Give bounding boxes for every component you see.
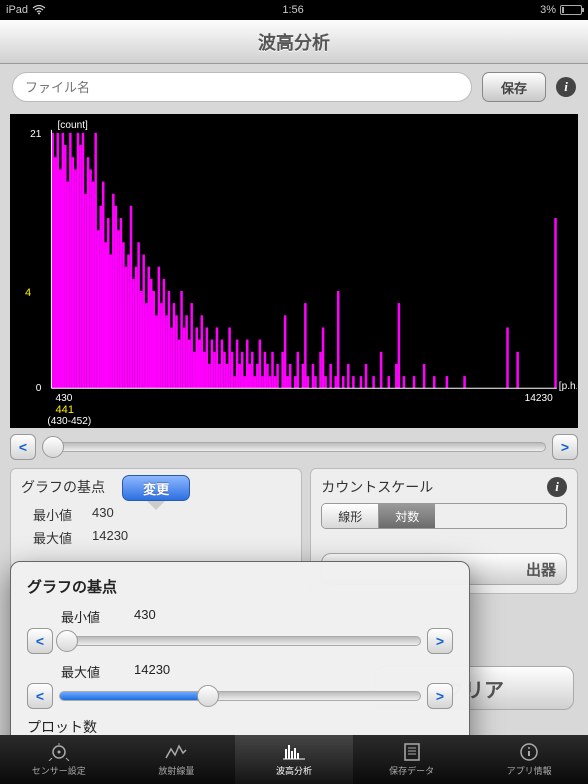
- svg-text:14230: 14230: [525, 393, 554, 404]
- min-value: 430: [92, 505, 114, 524]
- app-icon: [515, 742, 543, 762]
- popover-title: グラフの基点: [27, 576, 453, 597]
- countscale-title: カウントスケール: [321, 477, 433, 497]
- tab-app[interactable]: アプリ情報: [470, 735, 588, 784]
- save-toolbar: 保存 i: [0, 64, 588, 110]
- tab-saved[interactable]: 保存データ: [353, 735, 471, 784]
- pop-max-slider[interactable]: [59, 691, 421, 701]
- svg-text:21: 21: [30, 129, 42, 140]
- tab-sensor[interactable]: センサー設定: [0, 735, 118, 784]
- pop-min-next[interactable]: >: [427, 628, 453, 654]
- tab-radiation[interactable]: 放射線量: [118, 735, 236, 784]
- battery-percent: 3%: [540, 4, 556, 16]
- chart-area: [count] 21 0 [p.h.] 430 14230 4 441 (430…: [10, 114, 578, 428]
- pha-chart: [count] 21 0 [p.h.] 430 14230 4 441 (430…: [11, 115, 577, 427]
- saved-icon: [398, 742, 426, 762]
- change-button[interactable]: 変更: [122, 475, 190, 501]
- clock: 1:56: [282, 4, 303, 16]
- scale-segmented[interactable]: 線形 対数: [321, 503, 567, 529]
- tab-pha[interactable]: 波高分析: [235, 735, 353, 784]
- status-bar: iPad 1:56 3%: [0, 0, 588, 20]
- pop-min-slider[interactable]: [59, 636, 421, 646]
- svg-text:(430-452): (430-452): [47, 416, 91, 427]
- filename-input[interactable]: [12, 72, 472, 102]
- pha-icon: [280, 742, 308, 762]
- svg-text:[count]: [count]: [57, 120, 88, 131]
- radiation-icon: [162, 742, 190, 762]
- save-button[interactable]: 保存: [482, 72, 546, 102]
- max-label: 最大値: [33, 528, 72, 547]
- popover-min-label: 最小値: [61, 607, 100, 626]
- popover-max-value: 14230: [134, 662, 170, 681]
- range-slider[interactable]: [42, 442, 546, 452]
- device-label: iPad: [6, 4, 28, 16]
- max-value: 14230: [92, 528, 128, 547]
- plot-count-label: プロット数: [27, 717, 453, 735]
- pop-max-prev[interactable]: <: [27, 683, 53, 709]
- range-slider-row: < >: [0, 430, 588, 468]
- pop-max-next[interactable]: >: [427, 683, 453, 709]
- scale-linear[interactable]: 線形: [322, 504, 378, 528]
- tab-bar[interactable]: センサー設定放射線量波高分析保存データアプリ情報: [0, 735, 588, 784]
- range-next-button[interactable]: >: [552, 434, 578, 460]
- popover-max-label: 最大値: [61, 662, 100, 681]
- svg-text:0: 0: [36, 383, 42, 394]
- page-title: 波高分析: [258, 29, 330, 55]
- svg-text:430: 430: [55, 393, 72, 404]
- basepoint-popover: グラフの基点 最小値430 < > 最大値14230 < > プロット数 100…: [10, 561, 470, 735]
- min-label: 最小値: [33, 505, 72, 524]
- content-area: 保存 i [count] 21 0 [p.h.] 430 14230 4 441…: [0, 64, 588, 735]
- countscale-info-icon[interactable]: i: [547, 477, 567, 497]
- scale-log[interactable]: 対数: [378, 504, 435, 528]
- nav-bar: 波高分析: [0, 20, 588, 64]
- battery-icon: [560, 5, 582, 15]
- range-prev-button[interactable]: <: [10, 434, 36, 460]
- svg-text:4: 4: [25, 287, 31, 299]
- info-icon[interactable]: i: [556, 77, 576, 97]
- popover-min-value: 430: [134, 607, 156, 626]
- sensor-icon: [45, 742, 73, 762]
- wifi-icon: [32, 5, 46, 15]
- svg-text:[p.h.]: [p.h.]: [559, 381, 577, 392]
- svg-text:441: 441: [55, 404, 74, 416]
- pop-min-prev[interactable]: <: [27, 628, 53, 654]
